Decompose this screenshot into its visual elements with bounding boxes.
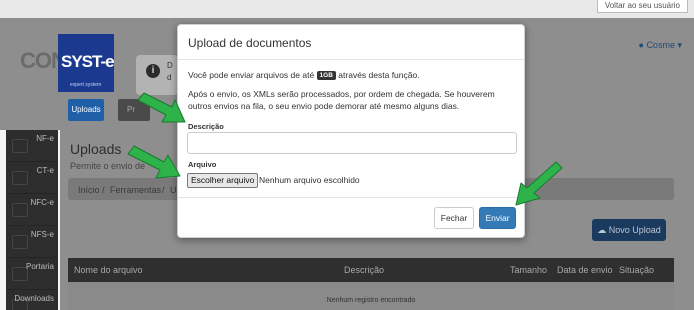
arrow-annotation-description	[137, 92, 186, 123]
annotation-arrows	[127, 92, 563, 206]
arrow-annotation-submit	[515, 161, 563, 206]
arrow-annotation-file	[127, 145, 181, 179]
